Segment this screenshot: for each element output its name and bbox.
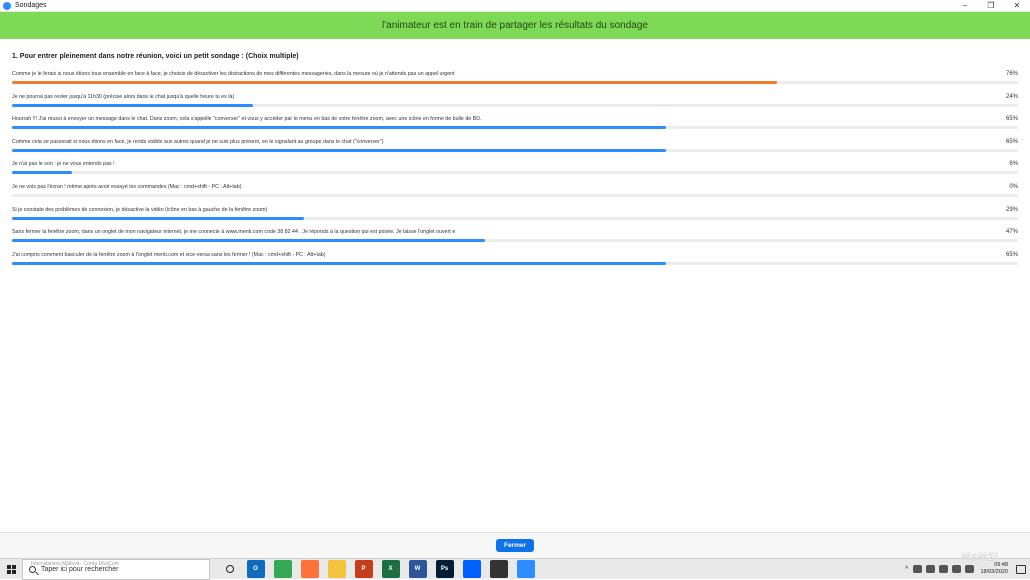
search-icon [29, 565, 36, 573]
onedrive-icon[interactable] [913, 565, 923, 573]
zoom-app-icon [3, 1, 11, 10]
minimize-icon[interactable]: – [952, 0, 978, 12]
poll-results: 1. Pour entrer pleinement dans notre réu… [0, 39, 1030, 532]
answer-text: Comme je le ferais si nous étions tous e… [12, 71, 455, 77]
result-bar-fill [12, 171, 73, 175]
watermark-logo: MoMZi [962, 552, 999, 563]
answer-text: Sans fermer la fenêtre zoom, dans un ong… [12, 229, 456, 236]
result-bar-fill [12, 148, 666, 152]
firefox-icon[interactable] [300, 560, 319, 578]
result-bar-track [12, 261, 1018, 265]
search-placeholder: Taper ici pour rechercher [41, 565, 119, 573]
answer-percent: 24% [1005, 93, 1018, 100]
window-titlebar: Sondages – ❐ ✕ [0, 0, 1030, 12]
file-explorer-icon[interactable] [327, 560, 346, 578]
answer-percent: 65% [1005, 251, 1018, 258]
clock-time: 09:48 [994, 562, 1008, 568]
taskbar-search-box[interactable]: Intercalations Mallevit - Corda DivyCom … [22, 558, 210, 580]
result-bar-fill [12, 239, 485, 243]
notification-icon[interactable] [1016, 564, 1026, 574]
poll-question: 1. Pour entrer pleinement dans notre réu… [12, 53, 299, 60]
window-title: Sondages [15, 2, 47, 9]
task-view-icon[interactable] [226, 565, 234, 573]
result-bar-fill [12, 126, 666, 130]
poll-answer-row: Je n'ai pas le son : je ne vous entends … [12, 161, 1018, 181]
result-bar-track [12, 216, 1018, 220]
dropbox-icon[interactable] [462, 560, 481, 578]
answer-percent: 65% [1005, 116, 1018, 123]
poll-answer-row: Comme cela se passerait si nous étions e… [12, 139, 1018, 159]
photos-icon[interactable] [489, 560, 508, 578]
taskbar-clock[interactable]: 09:48 18/03/2020 [980, 562, 1008, 576]
answer-percent: 0% [1009, 184, 1018, 190]
search-ghost-text: Intercalations Mallevit - Corda DivyCom [31, 560, 119, 567]
taskbar-apps: O P X W Ps [218, 560, 539, 578]
result-bar-fill [12, 81, 777, 84]
window-controls: – ❐ ✕ [952, 0, 1030, 12]
result-bar-fill [12, 103, 254, 107]
answer-percent: 47% [1005, 229, 1018, 236]
answer-text: Comme cela se passerait si nous étions e… [12, 138, 384, 145]
result-bar-fill [12, 216, 304, 220]
answer-text: Je ne vois pas l'écran ! même après avoi… [12, 184, 242, 190]
restore-icon[interactable]: ❐ [978, 0, 1004, 12]
poll-answer-row: Je ne pourrai pas rester jusqu'à 11h30 (… [12, 94, 1018, 114]
dropbox-tray-icon[interactable] [926, 565, 936, 573]
poll-footer: Fermer [0, 532, 1030, 558]
result-bar-track [12, 239, 1018, 243]
battery-icon[interactable] [939, 565, 949, 573]
network-icon[interactable] [952, 565, 962, 573]
result-bar-track [12, 148, 1018, 152]
answer-percent: 76% [1005, 71, 1018, 77]
poll-answer-row: Sans fermer la fenêtre zoom, dans un ong… [12, 229, 1018, 249]
answer-text: Hourrah !!! J'ai réussi à envoyer un mes… [12, 116, 482, 123]
answer-percent: 65% [1005, 138, 1018, 145]
close-button[interactable]: Fermer [495, 539, 535, 552]
clock-date: 18/03/2020 [980, 569, 1008, 575]
answer-text: Si je constate des problèmes de connexio… [12, 206, 268, 213]
volume-icon[interactable] [965, 565, 975, 573]
windows-logo-icon [6, 564, 16, 574]
answer-text: Je ne pourrai pas rester jusqu'à 11h30 (… [12, 93, 235, 100]
answer-text: J'ai compris comment basculer de la fenê… [12, 251, 326, 258]
word-icon[interactable]: W [408, 560, 427, 578]
windows-taskbar: Intercalations Mallevit - Corda DivyCom … [0, 558, 1030, 580]
result-bar-track [12, 126, 1018, 130]
powerpoint-icon[interactable]: P [354, 560, 373, 578]
poll-answer-row: Je ne vois pas l'écran ! même après avoi… [12, 184, 1018, 204]
result-bar-track [12, 171, 1018, 175]
outlook-icon[interactable]: O [246, 560, 265, 578]
poll-answer-row: Hourrah !!! J'ai réussi à envoyer un mes… [12, 116, 1018, 136]
tray-expand-icon[interactable]: ^ [905, 566, 908, 573]
result-bar-track [12, 103, 1018, 107]
result-bar-track [12, 81, 1018, 84]
result-bar-fill [12, 261, 666, 265]
chrome-icon[interactable] [273, 560, 292, 578]
poll-answer-row: Comme je le ferais si nous étions tous e… [12, 71, 1018, 91]
answer-percent: 6% [1009, 161, 1018, 168]
photoshop-icon[interactable]: Ps [435, 560, 454, 578]
zoom-icon[interactable] [516, 560, 535, 578]
sharing-banner: l'animateur est en train de partager les… [0, 12, 1030, 39]
poll-answer-row: J'ai compris comment basculer de la fenê… [12, 252, 1018, 272]
start-button[interactable] [0, 559, 22, 580]
sharing-banner-text: l'animateur est en train de partager les… [382, 20, 648, 31]
answer-text: Je n'ai pas le son : je ne vous entends … [12, 161, 115, 168]
poll-answer-row: Si je constate des problèmes de connexio… [12, 207, 1018, 227]
answer-percent: 29% [1005, 206, 1018, 213]
close-icon[interactable]: ✕ [1004, 0, 1030, 12]
excel-icon[interactable]: X [381, 560, 400, 578]
result-bar-track [12, 194, 1018, 197]
